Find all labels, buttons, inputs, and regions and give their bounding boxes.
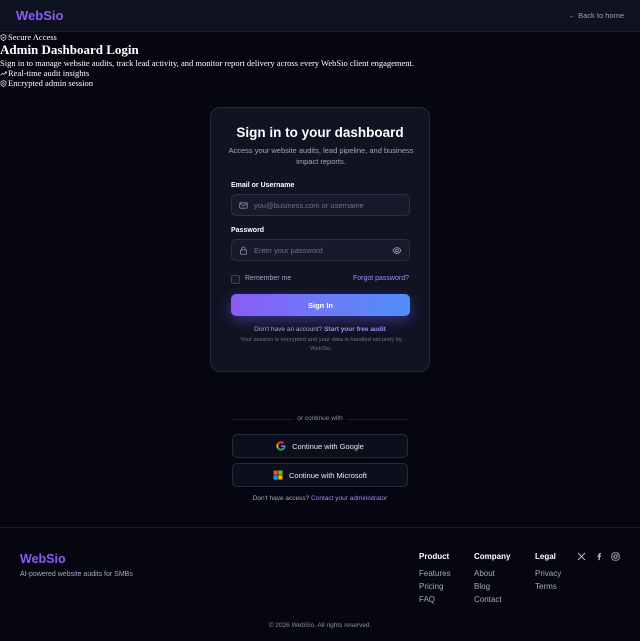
footer-link-privacy[interactable]: Privacy [535,567,561,580]
hero-section: Secure Access Admin Dashboard Login Sign… [0,32,640,88]
remember-me-label: Remember me [245,275,292,282]
remember-me-checkbox[interactable] [231,275,240,284]
facebook-icon[interactable] [595,552,604,561]
email-input[interactable] [254,195,394,215]
top-navigation-bar: WebSio ← Back to home [0,0,640,32]
divider-text: or continue with [297,415,343,422]
contact-admin-link[interactable]: Contact your administrator [311,495,387,502]
footer-column-title: Company [474,552,511,561]
footer-column-legal: Legal Privacy Terms [535,552,561,593]
lock-icon [240,246,247,255]
forgot-password-link[interactable]: Forgot password? [353,275,409,282]
security-note: Your session is encrypted and your data … [240,337,402,352]
footer-link-pricing[interactable]: Pricing [419,580,451,593]
footer-brand[interactable]: WebSio [20,552,66,566]
password-label: Password [231,227,265,234]
email-field-wrapper [231,194,410,216]
login-title: Sign in to your dashboard [236,125,404,140]
copyright-text: © 2026 WebSio. All rights reserved. [268,622,372,629]
footer-column-title: Product [419,552,450,561]
google-login-button[interactable]: Continue with Google [232,434,408,458]
show-password-icon[interactable] [392,246,402,255]
instagram-icon[interactable] [611,552,620,561]
footer-column-product: Product Features Pricing FAQ [419,552,451,606]
google-button-label: Continue with Google [292,441,364,451]
google-icon [276,441,286,451]
page-title: Admin Dashboard Login [0,42,139,57]
x-icon[interactable] [577,552,586,561]
no-account-row: Don't have an account? Start your free a… [211,326,429,333]
password-input[interactable] [254,240,394,260]
admin-contact-row: Don't have access? Contact your administ… [0,495,640,502]
footer-tagline: AI-powered website audits for SMBs [20,571,133,578]
or-continue-divider: or continue with [232,415,408,425]
trending-up-icon [0,71,7,75]
password-field-wrapper [231,239,410,261]
sign-in-button[interactable]: Sign In [231,294,410,316]
email-label: Email or Username [231,182,295,189]
secure-access-label: Secure Access [8,32,57,42]
microsoft-login-button[interactable]: Continue with Microsoft [232,463,408,487]
feature-label: Encrypted admin session [8,78,93,88]
no-account-text: Don't have an account? [254,326,323,333]
back-to-home-link[interactable]: ← Back to home [569,11,624,20]
microsoft-icon [273,470,283,480]
footer-link-terms[interactable]: Terms [535,580,561,593]
login-card: Sign in to your dashboard Access your we… [210,107,430,372]
footer-link-contact[interactable]: Contact [474,593,510,606]
secure-access-badge: Secure Access [0,32,640,42]
microsoft-button-label: Continue with Microsoft [289,470,367,480]
footer-link-about[interactable]: About [474,567,510,580]
feature-label: Real-time audit insights [8,68,90,78]
feature-audit-insights: Real-time audit insights [0,68,640,78]
no-access-text: Don't have access? [252,495,310,502]
mail-icon [239,202,248,209]
login-subtitle: Access your website audits, lead pipelin… [228,146,414,166]
shield-check-icon [0,33,7,41]
start-free-audit-link[interactable]: Start your free audit [324,326,386,333]
footer-link-blog[interactable]: Blog [474,580,510,593]
shield-icon [0,79,7,87]
footer-link-faq[interactable]: FAQ [419,593,451,606]
footer-link-features[interactable]: Features [419,567,451,580]
site-footer: WebSio AI-powered website audits for SMB… [0,527,640,641]
feature-encrypted-session: Encrypted admin session [0,78,640,88]
brand-logo[interactable]: WebSio [16,8,63,23]
footer-column-company: Company About Blog Contact [474,552,510,606]
footer-column-title: Legal [535,552,556,561]
page-description: Sign in to manage website audits, track … [0,58,415,68]
